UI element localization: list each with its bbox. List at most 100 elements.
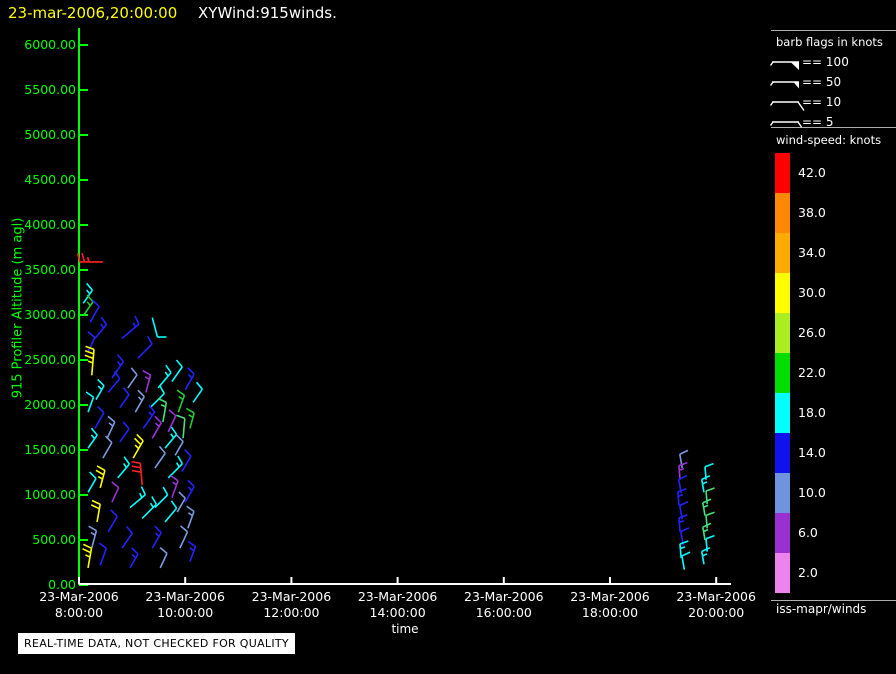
wind-barb xyxy=(111,481,120,503)
wind-barb xyxy=(176,491,186,513)
x-tick-time: 14:00:00 xyxy=(370,605,426,620)
wind-barb xyxy=(164,500,178,523)
y-axis: 0.00500.001000.001500.002000.002500.0030… xyxy=(24,28,88,592)
barb-legend-row-label-5: == 5 xyxy=(802,115,834,129)
wind-barb xyxy=(88,525,98,549)
speed-scale-label: 14.0 xyxy=(798,445,826,460)
wind-barb xyxy=(681,551,691,570)
wind-barb xyxy=(151,415,162,439)
y-tick-label: 3000.00 xyxy=(24,307,76,322)
plot-surface: 0.00500.001000.001500.002000.002500.0030… xyxy=(24,28,896,620)
x-tick-time: 20:00:00 xyxy=(688,605,744,620)
wind-barb xyxy=(186,505,195,529)
wind-barb xyxy=(159,547,168,569)
y-tick-label: 1000.00 xyxy=(24,487,76,502)
y-tick-label: 500.00 xyxy=(32,532,76,547)
wind-barb xyxy=(107,509,118,533)
speed-scale-swatch xyxy=(775,313,790,353)
wind-barb xyxy=(176,389,186,413)
wind-barb xyxy=(157,397,168,423)
y-tick-label: 1500.00 xyxy=(24,442,76,457)
wind-barb xyxy=(142,404,156,429)
wind-barb xyxy=(131,460,143,486)
wind-barb xyxy=(129,547,139,569)
speed-scale-label: 2.0 xyxy=(798,565,818,580)
half-tick-icon xyxy=(797,121,803,128)
x-axis-title: time xyxy=(391,622,419,636)
wind-barb xyxy=(174,434,184,456)
wind-barb xyxy=(184,479,195,503)
wind-barb xyxy=(151,525,162,549)
y-tick-label: 5500.00 xyxy=(24,82,76,97)
y-tick-label: 4500.00 xyxy=(24,172,76,187)
barb-legend-row-label-50: == 50 xyxy=(802,75,842,89)
wind-barb xyxy=(95,378,105,401)
wind-barb xyxy=(98,542,108,566)
wind-barb xyxy=(82,543,93,569)
wind-barb xyxy=(127,367,138,389)
speed-scale-label: 42.0 xyxy=(798,165,826,180)
x-tick-time: 16:00:00 xyxy=(476,605,532,620)
wind-barb xyxy=(134,389,145,413)
wind-barb xyxy=(187,540,197,562)
speed-scale-swatch xyxy=(775,473,790,513)
wind-barb xyxy=(119,387,130,409)
timestamp: 23-mar-2006,20:00:00 xyxy=(8,4,178,22)
x-tick-date: 23-Mar-2006 xyxy=(252,589,332,604)
page-title: XYWind:915winds. xyxy=(198,4,337,22)
wind-barb xyxy=(90,499,101,523)
y-tick-label: 2000.00 xyxy=(24,397,76,412)
barb-flag-legend-glyphs xyxy=(769,61,805,128)
x-axis: 23-Mar-20068:00:0023-Mar-200610:00:0023-… xyxy=(39,577,756,620)
speed-scale-label: 38.0 xyxy=(798,205,826,220)
wind-barb xyxy=(154,486,169,509)
speed-scale-swatch xyxy=(775,273,790,313)
wind-barb xyxy=(171,359,183,383)
wind-barb xyxy=(192,381,203,403)
wind-barb xyxy=(185,407,195,429)
barb-legend-row-label-100: == 100 xyxy=(802,55,849,69)
x-tick-date: 23-Mar-2006 xyxy=(570,589,650,604)
pennant-small-icon xyxy=(793,82,799,89)
x-tick-time: 8:00:00 xyxy=(55,605,103,620)
wind-speed-scale: 42.0 38.0 34.0 30.0 26.0 22.0 18.0 14.0 10.0 6.0 2… xyxy=(775,153,826,593)
wind-barb xyxy=(106,415,116,439)
speed-scale-label: 22.0 xyxy=(798,365,826,380)
speed-scale-swatch xyxy=(775,433,790,473)
speed-scale-swatch xyxy=(775,353,790,393)
wind-barb xyxy=(179,525,189,549)
barb-legend-title: barb flags in knots xyxy=(776,35,883,49)
speed-scale-swatch xyxy=(775,553,790,593)
speed-scale-label: 18.0 xyxy=(798,405,826,420)
speed-scale-label: 34.0 xyxy=(798,245,826,260)
speed-scale-label: 6.0 xyxy=(798,525,818,540)
speed-scale-swatch xyxy=(775,233,790,273)
wind-barb xyxy=(102,435,113,459)
wind-barb xyxy=(170,474,179,498)
wind-barb xyxy=(76,252,103,263)
speed-scale-label: 26.0 xyxy=(798,325,826,340)
wind-barb xyxy=(167,455,184,479)
speed-scale-label: 10.0 xyxy=(798,485,826,500)
wind-barb xyxy=(181,449,192,473)
credit-label: iss-mapr/winds xyxy=(776,602,867,616)
speed-scale-swatch xyxy=(775,153,790,193)
speed-scale-label: 30.0 xyxy=(798,285,826,300)
wind-barb xyxy=(164,426,178,449)
y-tick-label: 2500.00 xyxy=(24,352,76,367)
quality-banner: REAL-TIME DATA, NOT CHECKED FOR QUALITY xyxy=(18,633,295,654)
x-tick-date: 23-Mar-2006 xyxy=(145,589,225,604)
y-axis-title: 915 Profiler Altitude (m agl) xyxy=(10,217,26,399)
wind-barb xyxy=(142,369,152,393)
x-tick-date: 23-Mar-2006 xyxy=(39,589,119,604)
wind-barb xyxy=(176,414,186,439)
y-tick-label: 6000.00 xyxy=(24,37,76,52)
wind-profiler-chart: 0.00 500.00 1000.00 1500.00 2000.00 2500.00 30… xyxy=(0,0,896,674)
wind-barb xyxy=(129,486,147,509)
wind-barb xyxy=(151,317,167,338)
y-tick-label: 3500.00 xyxy=(24,262,76,277)
wind-barb xyxy=(85,391,95,413)
wind-barb xyxy=(119,421,130,443)
wind-barb xyxy=(83,294,94,316)
x-tick-date: 23-Mar-2006 xyxy=(358,589,438,604)
